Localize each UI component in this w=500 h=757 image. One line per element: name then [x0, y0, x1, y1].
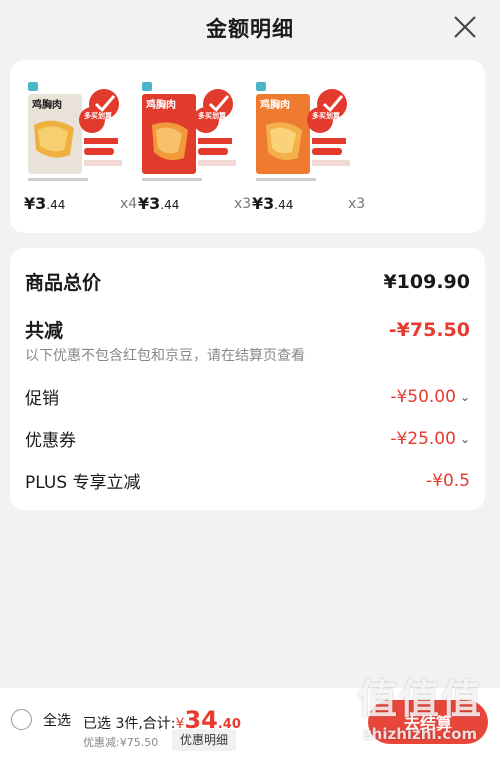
reduce-label: 共减	[25, 320, 64, 342]
product-list: 鸡胸肉 多买划算 ¥3.44 x4 鸡胸肉 多买划算 ¥3.44 x3 鸡胸肉 …	[10, 60, 485, 233]
header: 金额明细	[0, 0, 500, 56]
selected-text: 已选 3件,合计:	[83, 716, 176, 732]
total-value: ¥109.90	[383, 270, 470, 293]
product-badge: 多买划算	[198, 111, 226, 120]
plus-row: PLUS 专享立减 -¥0.5	[25, 468, 470, 494]
discount-text: 优惠减:¥75.50	[83, 736, 159, 749]
price-summary: 商品总价 ¥109.90 共减 -¥75.50 以下优惠不包含红包和京豆，请在结…	[10, 248, 485, 510]
select-all-label[interactable]: 全选	[43, 710, 71, 730]
product-thumbnail: 鸡胸肉 多买划算	[138, 80, 240, 184]
chevron-down-icon: ⌄	[459, 389, 470, 404]
product-name: 鸡胸肉	[145, 98, 176, 111]
reduce-value: -¥75.50	[388, 318, 470, 341]
product-name: 鸡胸肉	[259, 98, 290, 111]
product-quantity: x3	[234, 196, 252, 212]
product-badge: 多买划算	[84, 111, 112, 120]
coupon-row[interactable]: 优惠券 -¥25.00 ⌄	[25, 426, 470, 452]
coupon-label: 优惠券	[25, 431, 76, 451]
product-price: ¥3.44	[24, 194, 66, 213]
total-row: 商品总价 ¥109.90	[25, 268, 470, 295]
product-price: ¥3.44	[138, 194, 180, 213]
promo-row[interactable]: 促销 -¥50.00 ⌄	[25, 384, 470, 410]
product-thumbnail: 鸡胸肉 多买划算	[24, 80, 126, 184]
product-quantity: x3	[348, 196, 366, 212]
chevron-down-icon: ⌄	[459, 431, 470, 446]
watermark-url: zhizhizhi.com	[362, 725, 478, 743]
page-title: 金额明细	[206, 17, 294, 41]
product-price: ¥3.44	[252, 194, 294, 213]
product-item[interactable]: 鸡胸肉 多买划算 ¥3.44 x3	[252, 80, 372, 220]
coupon-value: -¥25.00 ⌄	[390, 428, 470, 449]
close-icon[interactable]	[452, 14, 478, 40]
discount-note: 以下优惠不包含红包和京豆，请在结算页查看	[25, 348, 305, 364]
product-item[interactable]: 鸡胸肉 多买划算 ¥3.44 x3	[138, 80, 258, 220]
reduce-row: 共减 -¥75.50	[25, 316, 470, 343]
product-quantity: x4	[120, 196, 138, 212]
watermark: 值值值 zhizhizhi.com	[345, 676, 495, 754]
plus-label: PLUS 专享立减	[25, 473, 141, 493]
product-name: 鸡胸肉	[31, 98, 62, 111]
promo-value: -¥50.00 ⌄	[390, 386, 470, 407]
watermark-logo: 值值值	[357, 677, 483, 723]
total-label: 商品总价	[25, 272, 102, 294]
discount-detail-tab[interactable]: 优惠明细	[172, 729, 237, 751]
plus-value: -¥0.5	[426, 470, 470, 491]
product-item[interactable]: 鸡胸肉 多买划算 ¥3.44 x4	[24, 80, 144, 220]
promo-label: 促销	[25, 389, 59, 409]
select-all-radio[interactable]	[11, 709, 32, 730]
product-badge: 多买划算	[312, 111, 340, 120]
product-thumbnail: 鸡胸肉 多买划算	[252, 80, 354, 184]
